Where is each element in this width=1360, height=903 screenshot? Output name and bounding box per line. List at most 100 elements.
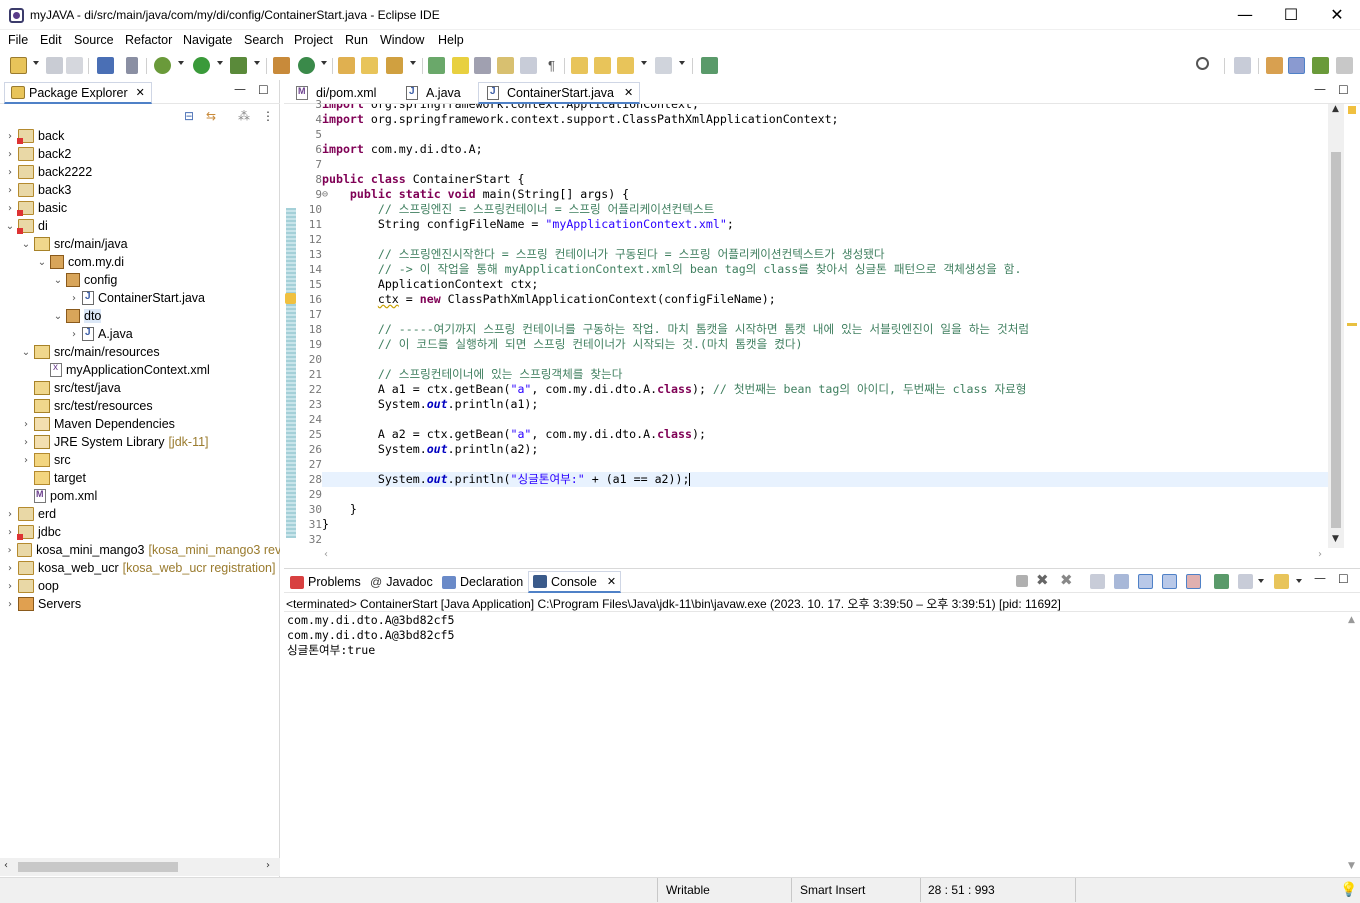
expanded-chevron-icon[interactable]: ⌄ xyxy=(20,343,32,361)
new-dropdown-icon[interactable] xyxy=(33,61,39,65)
collapsed-chevron-icon[interactable]: › xyxy=(4,181,16,199)
debug-icon[interactable] xyxy=(154,57,171,74)
collapsed-chevron-icon[interactable]: › xyxy=(4,199,16,217)
menu-run[interactable]: Run xyxy=(345,33,368,47)
tree-item[interactable]: › jdbc xyxy=(4,523,280,541)
save-icon[interactable] xyxy=(46,57,63,74)
code-line[interactable]: A a2 = ctx.getBean("a", com.my.di.dto.A.… xyxy=(322,427,706,442)
display-console-dropdown-icon[interactable] xyxy=(1258,579,1264,583)
scroll-right-icon[interactable]: › xyxy=(266,860,270,871)
tree-item[interactable]: › ContainerStart.java xyxy=(4,289,280,307)
back-icon[interactable] xyxy=(617,57,634,74)
menu-source[interactable]: Source xyxy=(74,33,114,47)
run-dropdown-icon[interactable] xyxy=(217,61,223,65)
remove-launch-icon[interactable]: ✖ xyxy=(1036,571,1049,589)
tree-item[interactable]: › Maven Dependencies xyxy=(4,415,280,433)
remove-all-launches-icon[interactable]: ✖ xyxy=(1060,571,1073,589)
collapsed-chevron-icon[interactable]: › xyxy=(4,163,16,181)
code-line[interactable]: } xyxy=(322,517,329,532)
menu-refactor[interactable]: Refactor xyxy=(125,33,172,47)
close-icon[interactable]: ✕ xyxy=(136,86,145,99)
tree-item[interactable]: › oop xyxy=(4,577,280,595)
code-line[interactable]: public class ContainerStart { xyxy=(322,172,524,187)
maximize-editor-icon[interactable]: ☐ xyxy=(1338,83,1349,97)
tree-item[interactable]: ⌄ src/main/resources xyxy=(4,343,280,361)
show-whitespace-icon[interactable]: ¶ xyxy=(543,57,560,74)
run-icon[interactable] xyxy=(193,57,210,74)
forward-icon[interactable] xyxy=(655,57,672,74)
team-perspective-icon[interactable] xyxy=(1336,57,1353,74)
collapsed-chevron-icon[interactable]: › xyxy=(4,145,16,163)
editor-hscrollbar[interactable]: ‹ › xyxy=(322,548,1328,564)
scroll-up-icon[interactable]: ▲ xyxy=(1332,104,1339,114)
code-line[interactable]: // -> 이 작업을 통해 myApplicationContext.xml의… xyxy=(322,262,1022,277)
tab-console[interactable]: Console ✕ xyxy=(528,571,622,593)
code-line[interactable]: ctx = new ClassPathXmlApplicationContext… xyxy=(322,292,776,307)
expanded-chevron-icon[interactable]: ⌄ xyxy=(52,271,64,289)
link-with-editor-icon[interactable]: ⇆ xyxy=(206,109,216,123)
menu-edit[interactable]: Edit xyxy=(40,33,62,47)
scroll-down-icon[interactable]: ▼ xyxy=(1348,861,1355,871)
collapsed-chevron-icon[interactable]: › xyxy=(4,577,16,595)
editor-vscrollbar[interactable]: ▲ ▼ xyxy=(1328,104,1344,548)
open-console-icon[interactable] xyxy=(97,57,114,74)
close-icon[interactable]: ✕ xyxy=(607,575,616,588)
tree-item[interactable]: › src xyxy=(4,451,280,469)
tree-item[interactable]: › back3 xyxy=(4,181,280,199)
minimize-button[interactable]: — xyxy=(1222,0,1268,30)
maximize-view-icon[interactable]: ☐ xyxy=(258,83,269,97)
forward-dropdown-icon[interactable] xyxy=(679,61,685,65)
tree-item[interactable]: ⌄ com.my.di xyxy=(4,253,280,271)
search-tools-dropdown-icon[interactable] xyxy=(410,61,416,65)
collapsed-chevron-icon[interactable]: › xyxy=(68,325,80,343)
open-perspective-icon[interactable] xyxy=(1234,57,1251,74)
coverage-icon[interactable] xyxy=(230,57,247,74)
scroll-left-icon[interactable]: ‹ xyxy=(324,549,328,560)
code-line[interactable]: } xyxy=(322,502,357,517)
search-tools-icon[interactable] xyxy=(386,57,403,74)
warning-summary-icon[interactable] xyxy=(1348,106,1356,114)
code-line[interactable]: // 스프링엔진시작한다 = 스프링 컨테이너가 구동된다 = 스프링 어플리케… xyxy=(322,247,885,262)
collapsed-chevron-icon[interactable]: › xyxy=(4,559,16,577)
collapsed-chevron-icon[interactable]: › xyxy=(20,433,32,451)
new-class-dropdown-icon[interactable] xyxy=(321,61,327,65)
code-line[interactable]: System.out.println(a2); xyxy=(322,442,539,457)
tree-item[interactable]: ⌄ di xyxy=(4,217,280,235)
tab-a-java[interactable]: A.java xyxy=(398,82,467,104)
collapsed-chevron-icon[interactable]: › xyxy=(4,595,16,613)
code-area[interactable]: import org.springframework.context.Appli… xyxy=(322,104,1328,548)
prev-edit-icon[interactable] xyxy=(571,57,588,74)
back-dropdown-icon[interactable] xyxy=(641,61,647,65)
expanded-chevron-icon[interactable]: ⌄ xyxy=(4,217,16,235)
tab-declaration[interactable]: Declaration xyxy=(438,571,527,593)
view-menu-icon[interactable]: ⋮ xyxy=(262,109,274,123)
pin-console-icon[interactable] xyxy=(1214,574,1229,589)
display-selected-console-icon[interactable] xyxy=(1238,574,1253,589)
code-line[interactable]: import org.springframework.context.Appli… xyxy=(322,104,699,112)
tree-item[interactable]: pom.xml xyxy=(4,487,280,505)
word-wrap-icon[interactable] xyxy=(520,57,537,74)
tree-item[interactable]: target xyxy=(4,469,280,487)
menu-search[interactable]: Search xyxy=(244,33,284,47)
open-folder-icon[interactable] xyxy=(361,57,378,74)
console-vscrollbar[interactable]: ▲ ▼ xyxy=(1344,613,1360,878)
code-line[interactable]: // -----여기까지 스프링 컨테이너를 구동하는 작업. 마치 톰캣을 시… xyxy=(322,322,1029,337)
code-line[interactable]: // 스프링엔진 = 스프링컨테이너 = 스프링 어플리케이션컨텍스트 xyxy=(322,202,714,217)
status-insert-mode[interactable]: Smart Insert xyxy=(800,883,865,897)
collapsed-chevron-icon[interactable]: › xyxy=(20,415,32,433)
expanded-chevron-icon[interactable]: ⌄ xyxy=(36,253,48,271)
minimize-editor-icon[interactable]: — xyxy=(1314,82,1326,96)
tree-item[interactable]: › kosa_mini_mango3 [kosa_mini_mango3 revi xyxy=(4,541,280,559)
collapsed-chevron-icon[interactable]: › xyxy=(4,505,16,523)
java-perspective-icon[interactable] xyxy=(1288,57,1305,74)
filters-icon[interactable]: ⁂ xyxy=(238,109,250,123)
maximize-console-icon[interactable]: ☐ xyxy=(1338,572,1349,586)
close-icon[interactable]: ✕ xyxy=(624,86,633,99)
tree-item[interactable]: src/test/resources xyxy=(4,397,280,415)
new-icon[interactable] xyxy=(10,57,27,74)
tree-item[interactable]: › basic xyxy=(4,199,280,217)
save-all-icon[interactable] xyxy=(66,57,83,74)
tree-item[interactable]: › kosa_web_ucr [kosa_web_ucr registration] xyxy=(4,559,280,577)
tree-item[interactable]: ⌄ src/main/java xyxy=(4,235,280,253)
code-line[interactable]: // 이 코드를 실행하게 되면 스프링 컨테이너가 시작되는 것.(마치 톰캣… xyxy=(322,337,803,352)
